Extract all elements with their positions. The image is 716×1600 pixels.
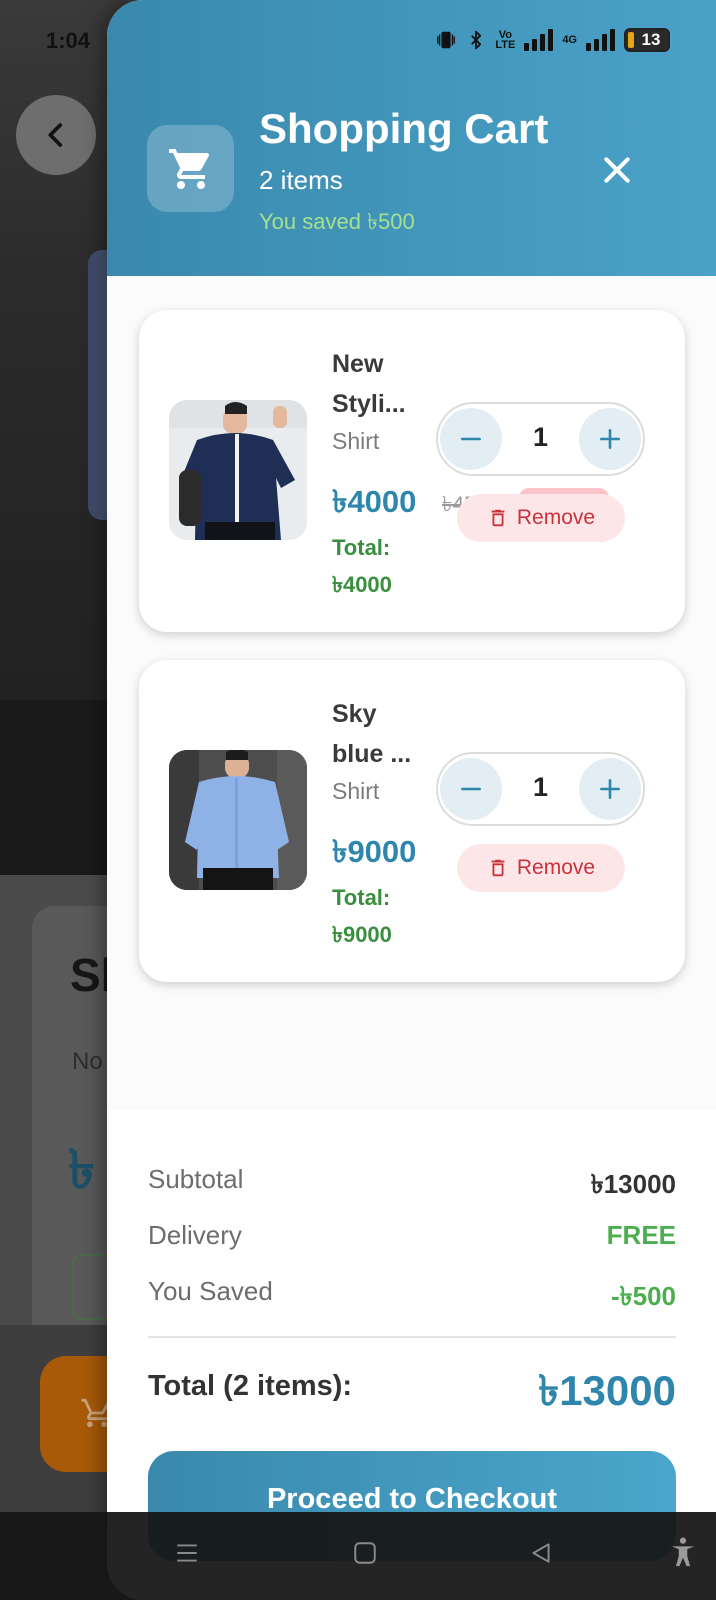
background-dark-patch <box>0 700 110 875</box>
cart-title: Shopping Cart <box>259 105 549 152</box>
plus-icon <box>600 429 620 449</box>
subtotal-row: Subtotal ৳13000 <box>148 1164 676 1208</box>
signal-icon-2 <box>586 29 615 51</box>
network-type: 4G <box>562 34 577 46</box>
saved-label: You Saved <box>148 1276 273 1306</box>
trash-icon <box>491 859 505 877</box>
item-total-value: ৳4000 <box>332 572 392 597</box>
cart-item-card: Sky blue ... Shirt ৳9000 Total: ৳9000 1 … <box>139 660 685 982</box>
remove-label: Remove <box>516 506 596 529</box>
remove-label: Remove <box>516 856 596 879</box>
product-price: ৳9000 <box>332 834 417 869</box>
saved-row: You Saved -৳500 <box>148 1276 676 1320</box>
product-name: New Styli... <box>332 350 406 418</box>
system-navigation-bar <box>0 1512 716 1600</box>
saved-value: -৳500 <box>611 1281 676 1311</box>
delivery-label: Delivery <box>148 1220 242 1250</box>
close-icon <box>604 157 630 183</box>
back-button[interactable] <box>16 95 96 175</box>
menu-icon[interactable] <box>174 1540 200 1566</box>
cart-saved-text: You saved ৳500 <box>259 209 415 234</box>
cart-item-count: 2 items <box>259 165 343 195</box>
remove-item-button[interactable]: Remove <box>457 844 625 892</box>
subtotal-value: ৳13000 <box>590 1169 676 1199</box>
total-value: ৳13000 <box>538 1367 676 1414</box>
vibrate-icon <box>437 31 456 49</box>
summary-divider <box>148 1336 676 1338</box>
background-price-fragment: ৳ <box>68 1140 95 1200</box>
minus-icon <box>461 787 481 791</box>
status-time: 1:04 <box>46 28 91 53</box>
quantity-value: 1 <box>532 772 549 802</box>
bluetooth-icon <box>471 30 482 50</box>
cart-icon-box <box>147 125 234 212</box>
quantity-stepper: 1 <box>436 752 645 826</box>
close-button[interactable] <box>587 140 647 200</box>
increase-quantity-button[interactable] <box>579 758 641 820</box>
cart-item-card: New Styli... Shirt ৳4000 ৳4500 Total: ৳4… <box>139 310 685 632</box>
minus-icon <box>461 437 481 441</box>
product-name: Sky blue ... <box>332 700 412 768</box>
volte-badge-bottom: LTE <box>495 39 516 51</box>
remove-item-button[interactable]: Remove <box>457 494 625 542</box>
subtotal-label: Subtotal <box>148 1164 244 1194</box>
status-icons: Vo LTE 4G 13 <box>435 28 670 52</box>
back-nav-icon[interactable] <box>528 1540 554 1566</box>
product-image-sky-blue-shirt <box>169 750 307 890</box>
chevron-left-icon <box>48 123 63 147</box>
quantity-stepper: 1 <box>436 402 645 476</box>
item-total-label: Total: <box>332 535 391 560</box>
shopping-cart-icon <box>168 148 209 189</box>
drawer-header: Vo LTE 4G 13 Shopping Cart 2 items You s… <box>107 0 716 276</box>
item-total-value: ৳9000 <box>332 922 392 947</box>
signal-icon <box>524 29 554 51</box>
product-price: ৳4000 <box>332 484 417 519</box>
product-image-navy-shirt <box>169 400 307 540</box>
battery-icon: 13 <box>624 28 670 52</box>
decrease-quantity-button[interactable] <box>440 408 502 470</box>
total-label: Total (2 items): <box>148 1370 353 1402</box>
home-icon[interactable] <box>352 1540 378 1566</box>
product-category: Shirt <box>332 428 380 454</box>
accessibility-icon[interactable] <box>666 1534 700 1570</box>
delivery-value: FREE <box>606 1220 676 1250</box>
increase-quantity-button[interactable] <box>579 408 641 470</box>
product-category: Shirt <box>332 778 380 804</box>
background-note-fragment: No <box>72 1048 103 1075</box>
trash-icon <box>491 509 505 527</box>
item-total-label: Total: <box>332 885 391 910</box>
delivery-row: Delivery FREE <box>148 1220 676 1251</box>
plus-icon <box>600 779 620 799</box>
quantity-value: 1 <box>532 422 549 452</box>
cart-drawer: Vo LTE 4G 13 Shopping Cart 2 items You s… <box>107 0 716 1600</box>
volte-badge: Vo LTE <box>495 30 516 51</box>
battery-level: 13 <box>641 30 661 49</box>
decrease-quantity-button[interactable] <box>440 758 502 820</box>
